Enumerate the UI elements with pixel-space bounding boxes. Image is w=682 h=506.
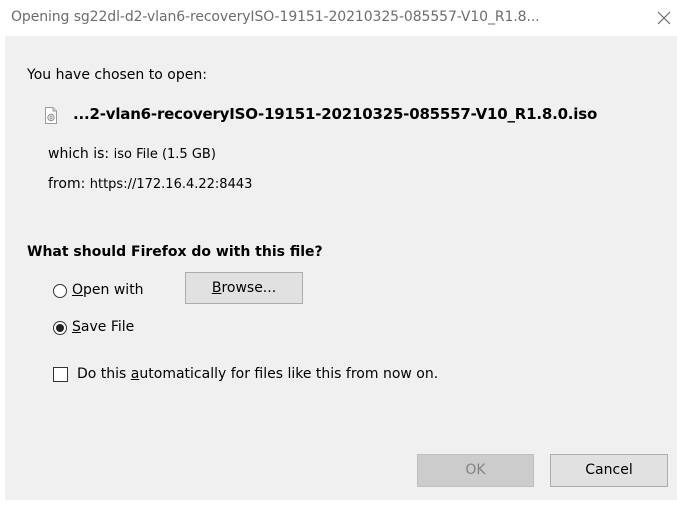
auto-text-before: Do this [77, 366, 131, 382]
open-with-mnemonic: O [72, 282, 84, 298]
save-file-mnemonic: S [72, 319, 81, 335]
file-source-row: from: https://172.16.4.22:8443 [48, 176, 252, 192]
file-type-row: which is: iso File (1.5 GB) [48, 146, 216, 162]
open-with-label[interactable]: Open with [72, 282, 144, 298]
file-name: ...2-vlan6-recoveryISO-19151-20210325-08… [73, 105, 598, 123]
intro-text: You have chosen to open: [27, 67, 207, 83]
file-source-value: https://172.16.4.22:8443 [89, 177, 253, 192]
iso-file-icon [45, 107, 57, 124]
from-label: from: [48, 176, 86, 192]
title-bar: Opening sg22dl-d2-vlan6-recoveryISO-1915… [0, 0, 682, 36]
download-dialog: Opening sg22dl-d2-vlan6-recoveryISO-1915… [0, 0, 682, 506]
save-file-label[interactable]: Save File [72, 319, 134, 335]
cancel-button[interactable]: Cancel [550, 454, 668, 487]
open-with-text: pen with [83, 282, 144, 298]
browse-button[interactable]: Browse... [185, 272, 303, 304]
save-file-text: ave File [80, 319, 135, 335]
save-file-radio[interactable] [53, 321, 67, 335]
close-icon [657, 11, 671, 25]
ok-button[interactable]: OK [417, 454, 534, 487]
file-type-value: iso File (1.5 GB) [113, 147, 216, 162]
auto-checkbox[interactable] [53, 367, 68, 382]
window-title: Opening sg22dl-d2-vlan6-recoveryISO-1915… [11, 9, 540, 25]
save-file-radio-dot [56, 324, 64, 332]
browse-text: rowse... [221, 280, 277, 296]
action-question: What should Firefox do with this file? [27, 244, 323, 260]
auto-label[interactable]: Do this automatically for files like thi… [77, 366, 438, 382]
open-with-radio[interactable] [53, 284, 67, 298]
auto-text-after: utomatically for files like this from no… [139, 366, 439, 382]
browse-mnemonic: B [211, 280, 222, 296]
which-label: which is: [48, 146, 110, 162]
close-button[interactable] [646, 0, 682, 36]
dialog-body: You have chosen to open: ...2-vlan6-reco… [5, 36, 677, 500]
